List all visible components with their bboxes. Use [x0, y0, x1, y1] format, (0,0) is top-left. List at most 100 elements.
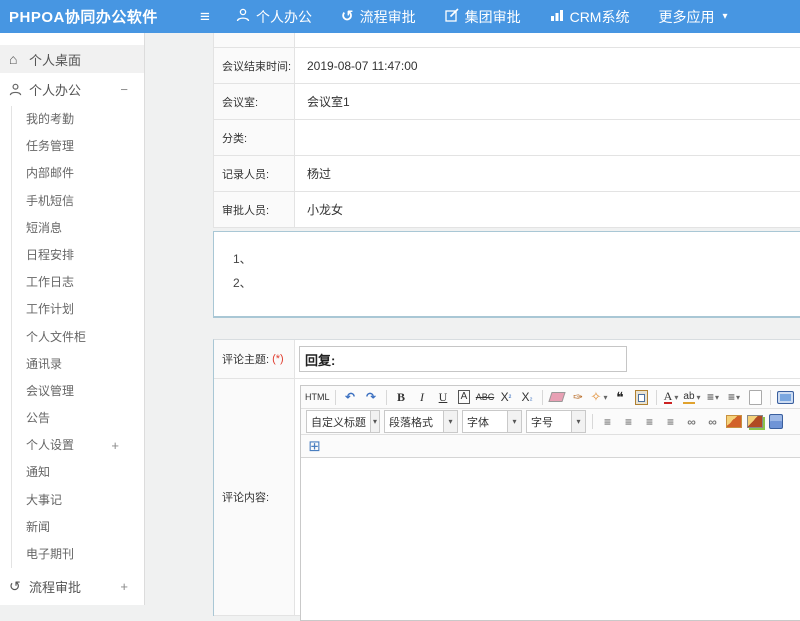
subscript-button[interactable]: X₂	[518, 387, 537, 407]
sidebar-item-meeting-mgmt[interactable]: 会议管理	[12, 378, 144, 405]
field-label: 审批人员:	[214, 192, 295, 227]
app-title: PHPOA协同办公软件	[0, 6, 192, 27]
sidebar-item-personal-office[interactable]: 个人办公 −	[0, 75, 144, 103]
unordered-list-button[interactable]: ≡▾	[725, 387, 744, 407]
sidebar-item-flow-approval[interactable]: ↺ 流程审批 +	[0, 572, 144, 600]
nav-crm[interactable]: CRM系统	[550, 7, 630, 27]
caret-down-icon: ▾	[571, 411, 585, 432]
nav-group-approval[interactable]: 集团审批	[445, 7, 521, 27]
comment-subject-label: 评论主题:	[222, 351, 269, 367]
font-family-select[interactable]: 字体 ▾	[462, 410, 522, 433]
sidebar-item-label: 内部邮件	[26, 160, 74, 187]
blockquote-icon[interactable]: ❝	[611, 387, 630, 407]
sidebar-item-work-log[interactable]: 工作日志	[12, 269, 144, 296]
content-line: 1、	[233, 247, 800, 271]
main-area: 会议结束时间: 2019-08-07 11:47:00 会议室: 会议室1 分类…	[145, 33, 800, 605]
sidebar-item-desktop[interactable]: ⌂ 个人桌面	[0, 45, 144, 73]
content-area: 会议结束时间: 2019-08-07 11:47:00 会议室: 会议室1 分类…	[213, 33, 800, 605]
format-brush-icon[interactable]: ✑	[569, 387, 588, 407]
italic-button[interactable]: I	[413, 387, 432, 407]
eraser-icon[interactable]	[548, 387, 567, 407]
collapse-icon[interactable]: −	[120, 82, 128, 97]
top-nav: 个人办公 ↺ 流程审批 集团审批 CRM系统 更多应用 ▾	[236, 7, 757, 27]
bold-button[interactable]: B	[392, 387, 411, 407]
table-row-comment-content: 评论内容: HTML ↶ ↷ B I U A	[214, 379, 800, 616]
insert-flash-icon[interactable]	[745, 412, 764, 432]
sidebar-item-announcement[interactable]: 公告	[12, 405, 144, 432]
table-row	[214, 33, 800, 48]
quick-format-icon[interactable]: ✧▾	[590, 387, 609, 407]
caret-down-icon: ▾	[370, 411, 379, 432]
insert-media-icon[interactable]	[766, 412, 785, 432]
sidebar-item-personal-settings[interactable]: 个人设置 +	[12, 432, 144, 459]
sidebar-item-attendance[interactable]: 我的考勤	[12, 106, 144, 133]
align-center-icon[interactable]: ≡	[619, 412, 638, 432]
rich-text-editor: HTML ↶ ↷ B I U A ABC X² X₂	[300, 385, 800, 621]
comment-subject-input[interactable]	[299, 346, 627, 372]
editor-content-area[interactable]	[301, 458, 800, 620]
sidebar-item-contacts[interactable]: 通讯录	[12, 351, 144, 378]
sidebar-item-label: 个人设置	[26, 432, 111, 459]
remove-link-icon[interactable]: ∞	[703, 412, 722, 432]
caret-down-icon: ▾	[443, 411, 457, 432]
expand-icon[interactable]: +	[111, 432, 119, 459]
meeting-detail-table: 会议结束时间: 2019-08-07 11:47:00 会议室: 会议室1 分类…	[213, 33, 800, 228]
sidebar-item-label: 公告	[26, 405, 50, 432]
table-row-recorder: 记录人员: 杨过	[214, 156, 800, 192]
required-mark: (*)	[272, 353, 284, 365]
history-icon: ↺	[9, 578, 29, 595]
undo-icon[interactable]: ↶	[341, 387, 360, 407]
insert-image-icon[interactable]	[724, 412, 743, 432]
insert-link-icon[interactable]: ∞	[682, 412, 701, 432]
insert-table-icon[interactable]: ⊞	[305, 436, 324, 456]
sidebar-item-work-plan[interactable]: 工作计划	[12, 296, 144, 323]
font-style-button[interactable]: A	[455, 387, 474, 407]
sidebar-item-tasks[interactable]: 任务管理	[12, 133, 144, 160]
sidebar-item-schedule[interactable]: 日程安排	[12, 242, 144, 269]
toolbar-separator	[335, 390, 336, 405]
nav-personal-office[interactable]: 个人办公	[236, 7, 312, 27]
sidebar-item-label: 大事记	[26, 487, 62, 514]
sidebar-item-notice[interactable]: 通知	[12, 459, 144, 486]
sidebar-item-memorabilia[interactable]: 大事记	[12, 487, 144, 514]
sidebar: ⌂ 个人桌面 个人办公 − 我的考勤 任务管理 内部邮件 手机短信 短消息 日程…	[0, 33, 145, 605]
nav-more-apps[interactable]: 更多应用 ▾	[658, 7, 727, 27]
edit-icon	[445, 8, 459, 25]
highlight-color-button[interactable]: ab▾	[683, 387, 702, 407]
field-label: 分类:	[214, 120, 295, 155]
menu-toggle-icon[interactable]: ≡	[192, 7, 218, 27]
field-value: 2019-08-07 11:47:00	[295, 48, 800, 83]
align-justify-icon[interactable]: ≡	[661, 412, 680, 432]
sidebar-item-label: 工作计划	[26, 296, 74, 323]
redo-icon[interactable]: ↷	[362, 387, 381, 407]
ordered-list-button[interactable]: ≡▾	[704, 387, 723, 407]
field-label: 记录人员:	[214, 156, 295, 191]
underline-button[interactable]: U	[434, 387, 453, 407]
paste-icon[interactable]	[632, 387, 651, 407]
sidebar-item-label: 个人办公	[29, 80, 120, 99]
sidebar-item-label: 会议管理	[26, 378, 74, 405]
sidebar-item-label: 电子期刊	[26, 541, 74, 568]
align-left-icon[interactable]: ≡	[598, 412, 617, 432]
new-page-icon[interactable]	[746, 387, 765, 407]
paragraph-format-select[interactable]: 段落格式 ▾	[384, 410, 458, 433]
editor-toolbar-row2: 自定义标题 ▾ 段落格式 ▾ 字体 ▾	[301, 409, 800, 435]
html-source-button[interactable]: HTML	[305, 387, 330, 407]
sidebar-item-e-journal[interactable]: 电子期刊	[12, 541, 144, 568]
fullscreen-icon[interactable]	[776, 387, 795, 407]
font-color-button[interactable]: A▾	[662, 387, 681, 407]
sidebar-item-internal-mail[interactable]: 内部邮件	[12, 160, 144, 187]
sidebar-item-label: 日程安排	[26, 242, 74, 269]
align-right-icon[interactable]: ≡	[640, 412, 659, 432]
sidebar-item-short-message[interactable]: 短消息	[12, 215, 144, 242]
sidebar-item-news[interactable]: 新闻	[12, 514, 144, 541]
font-size-select[interactable]: 字号 ▾	[526, 410, 586, 433]
sidebar-item-sms[interactable]: 手机短信	[12, 188, 144, 215]
strikethrough-button[interactable]: ABC	[476, 387, 495, 407]
superscript-button[interactable]: X²	[497, 387, 516, 407]
nav-flow-approval[interactable]: ↺ 流程审批	[341, 7, 416, 27]
editor-toolbar-row1: HTML ↶ ↷ B I U A ABC X² X₂	[301, 386, 800, 409]
heading-select[interactable]: 自定义标题 ▾	[306, 410, 380, 433]
sidebar-item-file-cabinet[interactable]: 个人文件柜	[12, 324, 144, 351]
expand-icon[interactable]: +	[120, 579, 128, 594]
